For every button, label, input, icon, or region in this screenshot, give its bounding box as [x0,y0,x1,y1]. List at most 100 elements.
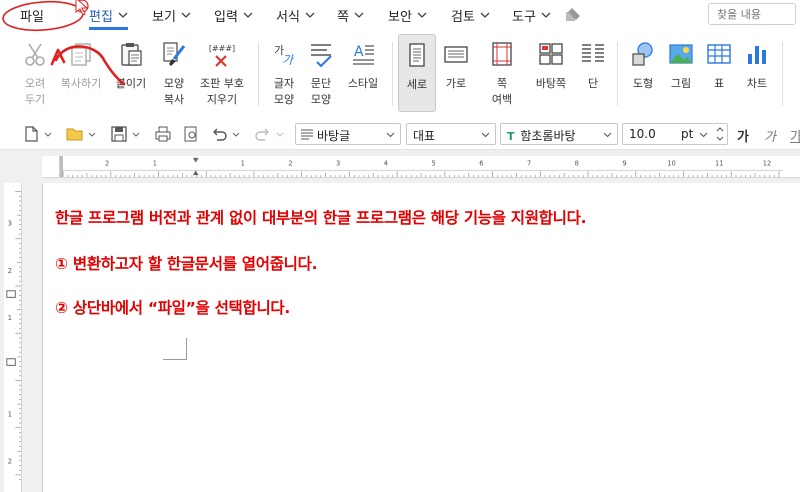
vertical-ruler[interactable]: 3 2 1 1 2 [4,183,22,492]
picture-icon [669,44,693,64]
font-size-unit: pt [681,127,694,141]
shape-button[interactable]: 도형 [626,34,660,112]
chevron-down-icon [354,12,364,18]
svg-text:1: 1 [241,160,245,168]
clear-codes-button[interactable]: [###] 조판 부호 지우기 [196,34,248,112]
document-page[interactable]: 한글 프로그램 버전과 관계 없이 대부분의 한글 프로그램은 해당 기능을 지… [42,183,800,492]
portrait-button[interactable]: 세로 [398,34,436,112]
menu-security[interactable]: 보안 [388,6,427,26]
undo-icon[interactable] [210,125,228,143]
page-margin-button[interactable]: 쪽 여백 [482,34,522,112]
copy-button[interactable]: 복사하기 [56,34,106,112]
menu-file[interactable]: 파일 [20,6,44,26]
char-shape-icon: 가가 [274,44,295,67]
print-icon[interactable] [154,125,172,143]
chart-button[interactable]: 차트 [740,34,774,112]
ribbon-toggle-icon[interactable] [565,7,581,23]
text-margin-marker [163,338,187,360]
svg-text:8: 8 [575,160,579,168]
svg-text:3: 3 [336,160,340,168]
landscape-label: 가로 [445,77,467,90]
paste-button[interactable]: 붙이기 [112,34,150,112]
save-icon[interactable] [110,125,128,143]
chart-icon [748,46,766,64]
picture-button[interactable]: 그림 [664,34,698,112]
chevron-down-icon[interactable] [44,125,52,143]
italic-button[interactable]: 가 [764,126,776,145]
menu-review-label: 검토 [451,10,475,25]
search-input[interactable] [708,3,796,25]
copy-icon [71,43,91,66]
ribbon-separator [392,42,393,106]
cut-button[interactable]: 오려 두기 [18,34,52,112]
chevron-down-icon [417,12,427,18]
menu-page[interactable]: 쪽 [337,6,364,26]
char-shape-button[interactable]: 가가 글자 모양 [268,34,300,112]
chart-label: 차트 [746,77,768,90]
redo-icon[interactable] [254,125,272,143]
font-select[interactable]: T 함초롬바탕 [500,123,618,145]
svg-text:10: 10 [667,160,676,168]
preview-icon[interactable] [182,125,200,143]
cut-label: 오려 두기 [24,77,46,106]
format-copy-label: 모양 복사 [163,77,185,106]
font-value: 함초롬바탕 [520,129,576,143]
svg-text:2: 2 [8,458,12,466]
underline-button[interactable]: 가 [790,126,800,145]
menu-format[interactable]: 서식 [276,6,315,26]
menu-insert[interactable]: 입력 [214,6,253,26]
chevron-down-icon[interactable] [88,125,96,143]
menu-view[interactable]: 보기 [152,6,191,26]
font-size-input[interactable]: 10.0 pt [622,123,728,145]
table-label: 표 [713,77,725,90]
page-margin-icon [492,42,512,66]
para-shape-icon [311,44,332,68]
menu-review[interactable]: 검토 [451,6,490,26]
format-copy-button[interactable]: 모양 복사 [156,34,192,112]
paragraph-style-icon [301,129,313,140]
chevron-down-icon [481,132,490,138]
chevron-down-icon[interactable] [276,125,284,143]
para-shape-button[interactable]: 문단 모양 [304,34,338,112]
table-button[interactable]: 표 [702,34,736,112]
menu-tools[interactable]: 도구 [512,6,551,26]
chevron-down-icon [480,12,490,18]
ribbon-separator [782,42,783,106]
horizontal-ruler[interactable]: 2 1 1 2 3 4 5 6 7 8 9 10 11 12 [42,156,800,178]
doc-line-step-2: ② 상단바에서 “파일”을 선택합니다. [55,299,290,317]
page-margin-label: 쪽 여백 [491,77,513,106]
chevron-down-icon [181,12,191,18]
master-page-button[interactable]: 바탕쪽 [530,34,572,112]
menu-edit[interactable]: 편집 [89,6,128,30]
svg-text:2: 2 [288,160,292,168]
menu-insert-label: 입력 [214,10,238,25]
master-page-icon [539,43,563,65]
landscape-button[interactable]: 가로 [438,34,474,112]
menu-security-label: 보안 [388,10,412,25]
chevron-down-icon [305,12,315,18]
new-document-icon[interactable] [22,125,40,143]
language-select[interactable]: 대표 [406,123,496,145]
shape-icon [632,42,653,66]
ribbon-separator [258,42,259,106]
svg-text:1: 1 [153,160,157,168]
portrait-icon [409,43,425,67]
paste-label: 붙이기 [115,77,147,90]
svg-text:2: 2 [8,267,12,275]
chevron-down-icon [243,12,253,18]
font-size-value: 10.0 [629,127,656,141]
language-value: 대표 [413,129,436,143]
scissors-icon [25,43,45,66]
columns-button[interactable]: 단 [578,34,608,112]
svg-text:7: 7 [527,160,531,168]
open-folder-icon[interactable] [66,125,84,143]
chevron-down-icon[interactable] [232,125,240,143]
svg-text:1: 1 [8,314,12,322]
size-stepper-icon[interactable] [715,125,725,143]
menu-edit-label: 편집 [89,10,113,25]
style-button[interactable]: A 스타일 [342,34,384,112]
clear-codes-icon: [###] [209,44,235,67]
chevron-down-icon[interactable] [132,125,140,143]
style-select[interactable]: 바탕글 [295,123,401,145]
bold-button[interactable]: 가 [737,126,749,145]
